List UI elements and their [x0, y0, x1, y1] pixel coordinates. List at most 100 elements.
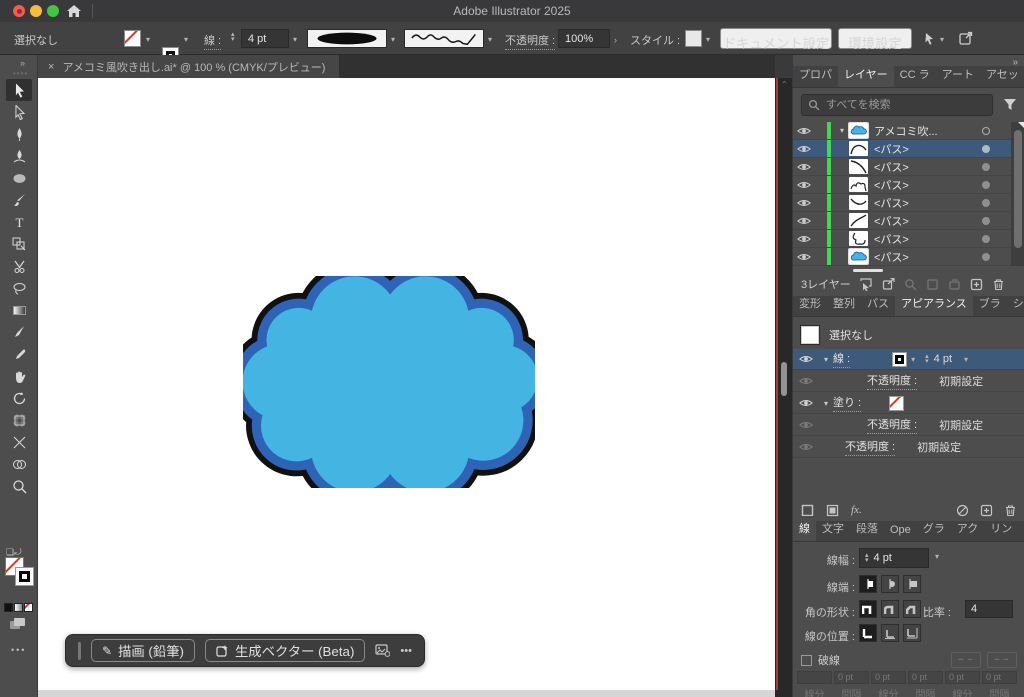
- butt-cap-button[interactable]: [859, 575, 877, 593]
- lasso-tool[interactable]: [6, 277, 32, 299]
- gradient-tool[interactable]: [6, 299, 32, 321]
- direct-selection-tool[interactable]: [6, 101, 32, 123]
- miter-limit-field[interactable]: 4: [965, 600, 1013, 618]
- layer-row[interactable]: ▾ アメコミ吹...: [793, 122, 1011, 140]
- add-new-fill-icon[interactable]: [826, 504, 839, 517]
- none-button[interactable]: [24, 603, 33, 612]
- document-setup-button[interactable]: ドキュメント設定: [720, 28, 832, 49]
- style-swatch[interactable]: [685, 30, 702, 47]
- align-dashes-button[interactable]: ╌ ╌: [987, 652, 1017, 668]
- scissors-tool[interactable]: [6, 255, 32, 277]
- taskbar-drag-handle[interactable]: [78, 642, 81, 660]
- tab-pathfinder[interactable]: パス: [861, 291, 895, 316]
- visibility-eye-icon[interactable]: [793, 354, 819, 364]
- knife-tool[interactable]: [6, 321, 32, 343]
- tab-align[interactable]: 整列: [827, 291, 861, 316]
- visibility-eye-icon[interactable]: [793, 234, 815, 244]
- edit-toolbar-dots[interactable]: •••: [11, 645, 26, 655]
- width-profile-chevron[interactable]: ▾: [391, 35, 395, 44]
- tab-symbols[interactable]: シン: [1007, 291, 1024, 316]
- new-sublayer-icon[interactable]: [948, 278, 961, 291]
- stroke-swatch-chevron[interactable]: ▾: [911, 355, 915, 364]
- add-new-stroke-icon[interactable]: [801, 504, 814, 517]
- tab-links[interactable]: リン: [984, 516, 1018, 541]
- hand-tool[interactable]: [6, 365, 32, 387]
- delete-layer-icon[interactable]: [992, 278, 1005, 291]
- stroke-weight-label[interactable]: 線 :: [204, 32, 221, 50]
- tab-opentype[interactable]: Ope: [884, 520, 917, 541]
- visibility-eye-icon[interactable]: [793, 252, 815, 262]
- clear-appearance-icon[interactable]: [956, 504, 969, 517]
- opacity-label[interactable]: 不透明度 :: [505, 32, 555, 50]
- stroke-weight-chevron[interactable]: ▾: [964, 355, 968, 364]
- blend-tool[interactable]: [6, 453, 32, 475]
- gap-field[interactable]: 0 pt: [982, 671, 1017, 684]
- delete-item-icon[interactable]: [1004, 504, 1017, 517]
- appearance-stroke-opacity-row[interactable]: 不透明度 : 初期設定: [793, 371, 1024, 392]
- tab-artboards[interactable]: アート: [936, 62, 980, 87]
- tab-actions[interactable]: アク: [951, 516, 984, 541]
- layers-scrollbar[interactable]: [1011, 122, 1024, 266]
- visibility-eye-icon-dim[interactable]: [793, 376, 819, 386]
- slice-tool[interactable]: [6, 431, 32, 453]
- stroke-weight-chevron[interactable]: ▾: [293, 35, 297, 44]
- layer-name[interactable]: <パス>: [874, 231, 975, 247]
- miter-join-button[interactable]: [859, 600, 877, 618]
- tools-drag-handle[interactable]: ••••: [13, 69, 28, 78]
- make-mask-icon[interactable]: [882, 278, 895, 291]
- visibility-eye-icon[interactable]: [793, 398, 819, 408]
- width-profile-dropdown[interactable]: [307, 29, 387, 48]
- weight-chevron[interactable]: ▾: [935, 552, 939, 561]
- stroke-color-proxy[interactable]: [15, 567, 34, 586]
- gap-field[interactable]: 0 pt: [908, 671, 943, 684]
- layers-horizontal-scroll-thumb[interactable]: [853, 269, 883, 272]
- visibility-eye-icon-dim[interactable]: [793, 442, 819, 452]
- fill-swatch-none[interactable]: [124, 30, 141, 47]
- select-similar-chevron[interactable]: ▾: [940, 35, 944, 44]
- dash-field[interactable]: [797, 671, 832, 684]
- taskbar-more-dots[interactable]: •••: [400, 645, 412, 657]
- layer-row[interactable]: <パス>: [793, 176, 1011, 194]
- collect-icon[interactable]: [926, 278, 939, 291]
- layer-row[interactable]: <パス>: [793, 158, 1011, 176]
- type-tool[interactable]: T: [6, 211, 32, 233]
- pen-tool[interactable]: [6, 123, 32, 145]
- selection-tool[interactable]: [6, 79, 32, 101]
- document-tab[interactable]: × アメコミ風吹き出し.ai* @ 100 % (CMYK/プレビュー): [38, 55, 339, 78]
- brush-definition-dropdown[interactable]: [404, 29, 484, 48]
- target-circle[interactable]: [975, 253, 997, 261]
- stroke-weight-field[interactable]: ▴▾ 4 pt: [859, 548, 929, 568]
- rotate-view-tool[interactable]: [6, 387, 32, 409]
- canvas-artboard[interactable]: ✎ 描画 (鉛筆) 生成ベクター (Beta) •••: [38, 78, 775, 690]
- layer-row[interactable]: <パス>: [793, 194, 1011, 212]
- curvature-tool[interactable]: [6, 145, 32, 167]
- brush-definition-chevron[interactable]: ▾: [488, 35, 492, 44]
- close-tab-icon[interactable]: ×: [48, 61, 54, 73]
- new-layer-icon[interactable]: [970, 278, 983, 291]
- layer-name[interactable]: <パス>: [874, 195, 975, 211]
- dash-field[interactable]: 0 pt: [871, 671, 906, 684]
- tab-character[interactable]: 文字: [816, 516, 850, 541]
- layer-row[interactable]: <パス>: [793, 248, 1011, 266]
- filter-icon[interactable]: [1003, 98, 1017, 111]
- scroll-up-chevron[interactable]: ⌃: [781, 80, 788, 89]
- appearance-stroke-row[interactable]: ▾ 線 : ▾ ▴▾ 4 pt ▾: [793, 349, 1024, 370]
- layer-name[interactable]: <パス>: [874, 177, 975, 193]
- cloud-shape[interactable]: [243, 276, 535, 488]
- stroke-color-swatch[interactable]: [892, 352, 907, 367]
- projecting-cap-button[interactable]: [903, 575, 921, 593]
- dashed-line-checkbox[interactable]: [801, 655, 812, 666]
- zoom-tool[interactable]: [6, 475, 32, 497]
- opacity-row-label[interactable]: 不透明度 :: [845, 438, 895, 456]
- visibility-eye-icon[interactable]: [793, 198, 815, 208]
- shape-builder-tool[interactable]: [6, 233, 32, 255]
- fill-row-label[interactable]: 塗り :: [833, 394, 861, 412]
- target-circle[interactable]: [975, 199, 997, 207]
- layer-row[interactable]: <パス>: [793, 140, 1011, 158]
- visibility-eye-icon-dim[interactable]: [793, 420, 819, 430]
- visibility-eye-icon[interactable]: [793, 180, 815, 190]
- locate-object-icon[interactable]: [860, 278, 873, 291]
- stroke-weight-value[interactable]: 4 pt: [934, 353, 952, 365]
- generate-vector-button[interactable]: 生成ベクター (Beta): [205, 639, 365, 662]
- round-join-button[interactable]: [881, 600, 899, 618]
